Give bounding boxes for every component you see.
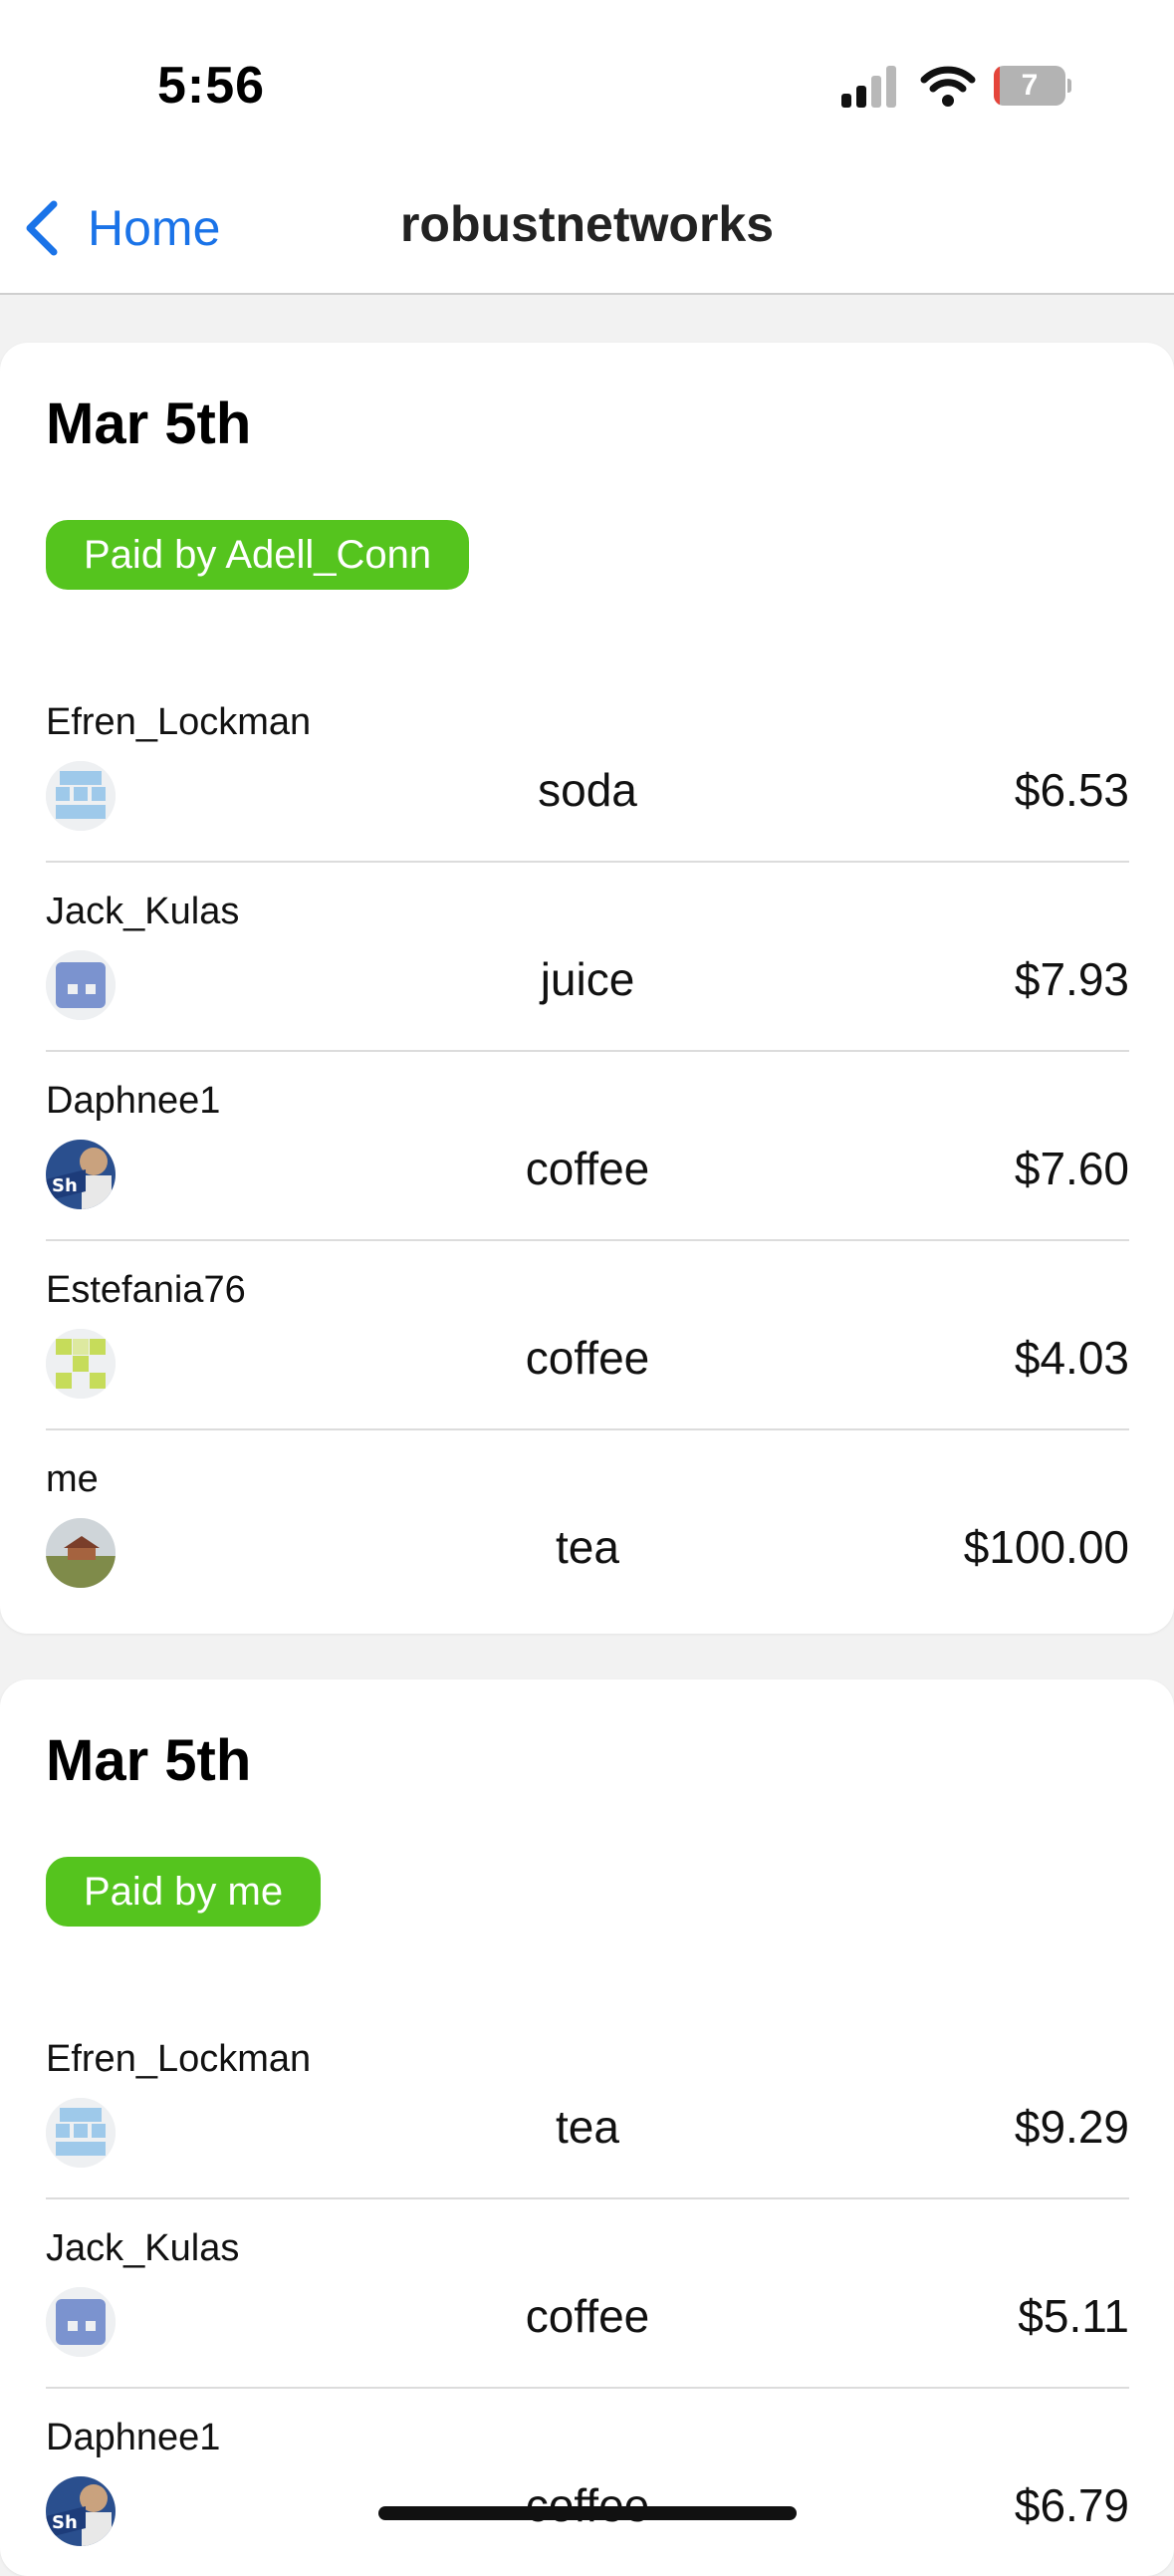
home-indicator[interactable] [378,2506,797,2520]
battery-icon: 7 [994,66,1071,106]
list-item[interactable]: me tea $100.00 [46,1428,1129,1618]
battery-level: 7 [1021,69,1039,102]
participant-name: Daphnee1 [46,2417,221,2458]
card-date: Mar 5th [46,1728,252,1793]
participant-name: Estefania76 [46,1269,246,1311]
list-item[interactable]: Estefania76 coffee $4.03 [46,1239,1129,1430]
expense-amount: $9.29 [1014,2101,1129,2153]
expense-amount: $4.03 [1014,1332,1129,1384]
expense-item: coffee [525,2479,650,2531]
expense-amount: $100.00 [963,1521,1129,1573]
participant-name: me [46,1458,99,1500]
list-item[interactable]: Daphnee1 Sh coffee $6.79 [46,2387,1129,2576]
navigation-bar: Home robustnetworks [0,169,1174,295]
status-bar: 5:56 7 [0,0,1174,169]
expense-card[interactable]: Mar 5th Paid by Adell_Conn Efren_Lockman… [0,343,1174,1634]
participant-name: Efren_Lockman [46,2038,312,2080]
list-item[interactable]: Efren_Lockman tea $9.29 [46,2008,1129,2199]
list-item[interactable]: Daphnee1 Sh coffee $7.60 [46,1050,1129,1241]
cellular-signal-icon [841,64,901,108]
list-item[interactable]: Efren_Lockman soda $6.53 [46,671,1129,863]
paid-by-badge: Paid by me [46,1857,322,1927]
wifi-icon [920,64,976,108]
expense-item: coffee [525,1143,650,1194]
page-title: robustnetworks [0,195,1174,253]
card-date: Mar 5th [46,391,252,456]
expense-amount: $6.79 [1014,2479,1129,2531]
participant-name: Daphnee1 [46,1080,221,1122]
participant-name: Jack_Kulas [46,891,240,932]
participant-name: Jack_Kulas [46,2227,240,2269]
participant-name: Efren_Lockman [46,701,312,743]
page-title-text: robustnetworks [399,196,775,252]
expense-item: juice [540,953,635,1005]
expense-item: tea [556,2101,619,2153]
status-time: 5:56 [157,57,266,115]
expense-amount: $7.60 [1014,1143,1129,1194]
expense-card[interactable]: Mar 5th Paid by me Efren_Lockman tea $9.… [0,1679,1174,2576]
expense-amount: $7.93 [1014,953,1129,1005]
expense-item: coffee [525,2290,650,2342]
list-item[interactable]: Jack_Kulas juice $7.93 [46,861,1129,1052]
expense-amount: $6.53 [1014,764,1129,816]
expense-item: coffee [525,1332,650,1384]
list-item[interactable]: Jack_Kulas coffee $5.11 [46,2197,1129,2389]
expense-amount: $5.11 [1018,2290,1129,2342]
expense-item: soda [538,764,637,816]
paid-by-badge: Paid by Adell_Conn [46,520,470,590]
